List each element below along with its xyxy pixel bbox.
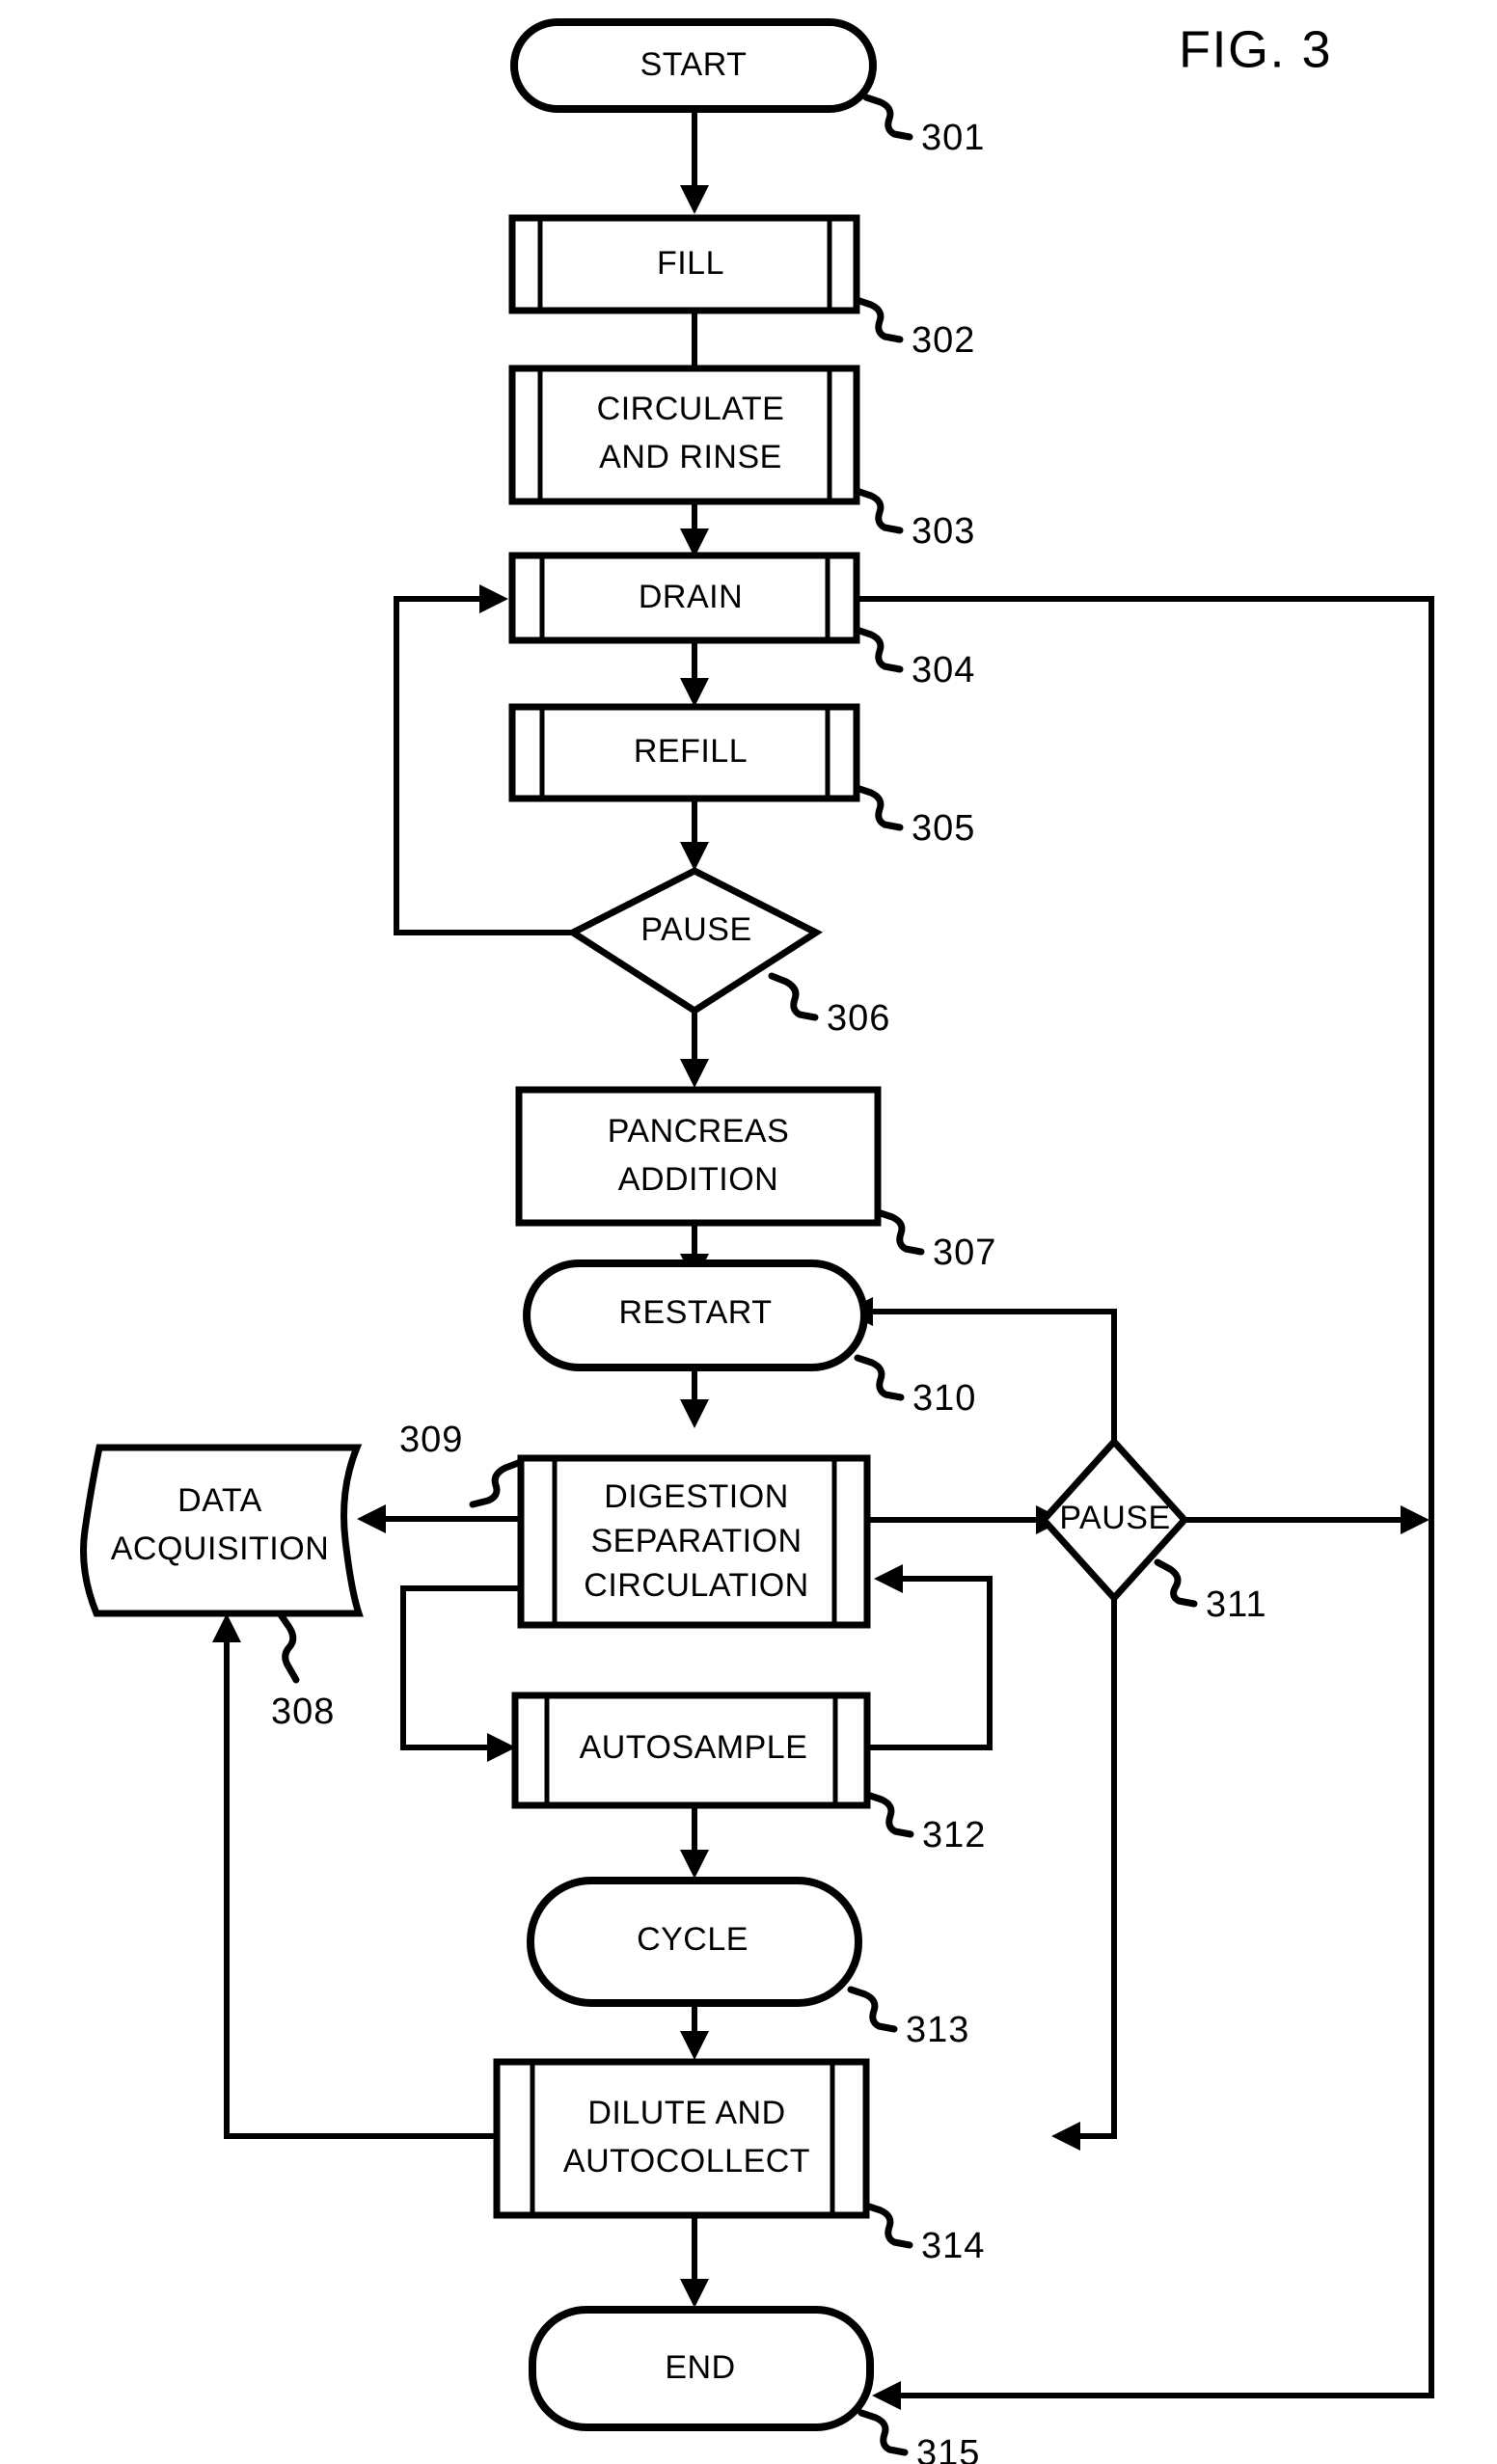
circulate-label-line2: AND RINSE [599, 439, 782, 475]
dilute-label-line2: AUTOCOLLECT [563, 2143, 810, 2180]
digestion-label-line3: CIRCULATION [584, 1567, 808, 1604]
digestion-label-line1: DIGESTION [604, 1478, 789, 1515]
circulate-shape [508, 365, 860, 505]
pause1-label: PAUSE [640, 911, 751, 948]
arrowhead-dilute-right [1051, 2122, 1080, 2151]
leader-309 [469, 1458, 525, 1508]
refill-label: REFILL [634, 733, 748, 770]
arrowhead-dilute [680, 2031, 709, 2060]
node-dataacq[interactable]: DATA ACQUISITION [80, 1444, 364, 1617]
ref-302: 302 [912, 320, 975, 361]
pancreas-shape [515, 1086, 882, 1227]
cycle-label: CYCLE [637, 1921, 748, 1958]
start-label: START [640, 46, 748, 83]
arrowhead-digestion-right [874, 1564, 903, 1593]
dilute-label-line1: DILUTE AND [587, 2095, 785, 2131]
arrowhead-end-right [872, 2381, 901, 2410]
leader-313 [847, 1986, 898, 2033]
pause2-label: PAUSE [1059, 1500, 1170, 1536]
leader-306 [768, 972, 819, 1021]
restart-label: RESTART [618, 1294, 772, 1331]
node-digestion[interactable]: DIGESTION SEPARATION CIRCULATION [517, 1454, 871, 1629]
dataacq-label-line1: DATA [177, 1482, 262, 1519]
node-pause1[interactable]: PAUSE [565, 867, 824, 1015]
arrowhead-end [680, 2279, 709, 2308]
ref-306: 306 [827, 998, 890, 1039]
arrowhead-digestion [680, 1399, 709, 1428]
ref-315: 315 [916, 2433, 980, 2464]
flowchart-canvas: FIG. 3 START 301 FILL 302 CIRCULATE AND … [80, 18, 1434, 2464]
circulate-label-line1: CIRCULATE [597, 391, 785, 427]
arrowhead-fill [680, 185, 709, 214]
ref-307: 307 [933, 1232, 996, 1273]
end-label: END [665, 2349, 735, 2386]
leader-308 [276, 1610, 300, 1684]
ref-305: 305 [912, 808, 975, 849]
leader-302 [853, 296, 904, 343]
patent-figure-3: FIG. 3 START 301 FILL 302 CIRCULATE AND … [0, 0, 1497, 2464]
leader-311 [1154, 1558, 1198, 1608]
leader-304 [853, 626, 904, 673]
leader-307 [874, 1208, 925, 1256]
node-cycle[interactable]: CYCLE [527, 1877, 862, 2007]
ref-313: 313 [906, 2010, 969, 2050]
ref-310: 310 [912, 1378, 976, 1419]
arrowhead-pause1 [680, 842, 709, 871]
edge-pause2-to-dilute [1073, 1598, 1117, 2139]
ref-303: 303 [912, 511, 975, 552]
pancreas-label-line2: ADDITION [618, 1161, 778, 1198]
node-start[interactable]: START [510, 18, 877, 113]
node-circulate[interactable]: CIRCULATE AND RINSE [508, 365, 860, 505]
arrowhead-dataacq-bottom [212, 1613, 241, 1642]
node-refill[interactable]: REFILL [508, 703, 860, 802]
figure-title: FIG. 3 [1179, 20, 1332, 78]
node-drain[interactable]: DRAIN [508, 552, 860, 644]
autosample-label: AUTOSAMPLE [580, 1729, 808, 1766]
node-autosample[interactable]: AUTOSAMPLE [511, 1692, 871, 1809]
arrowhead-dataacq [357, 1504, 386, 1533]
node-dilute[interactable]: DILUTE AND AUTOCOLLECT [493, 2058, 870, 2219]
drain-label: DRAIN [639, 579, 743, 615]
arrowhead-cycle [680, 1850, 709, 1879]
arrowhead-rightrail [1401, 1505, 1429, 1534]
arrowhead-refill [680, 678, 709, 707]
leader-315 [857, 2409, 909, 2456]
ref-314: 314 [921, 2226, 985, 2266]
digestion-label-line2: SEPARATION [590, 1523, 802, 1559]
leader-303 [853, 487, 904, 534]
edge-digestion-to-autosample-loop [400, 1585, 523, 1750]
arrowhead-pancreas [680, 1059, 709, 1088]
ref-312: 312 [922, 1815, 986, 1855]
leader-312 [863, 1791, 914, 1838]
node-end[interactable]: END [529, 2306, 874, 2431]
leader-301 [862, 94, 913, 141]
leader-310 [854, 1354, 905, 1401]
node-fill[interactable]: FILL [508, 214, 860, 314]
leader-314 [862, 2202, 913, 2249]
pancreas-label-line1: PANCREAS [608, 1113, 790, 1150]
node-pause2[interactable]: PAUSE [1039, 1436, 1189, 1604]
ref-308: 308 [271, 1692, 335, 1732]
dilute-shape [493, 2058, 870, 2219]
leader-305 [853, 784, 904, 831]
edge-autosample-to-digestion-loop [867, 1576, 993, 1750]
edge-pause2-to-restart [865, 1309, 1117, 1442]
dataacq-label-line2: ACQUISITION [111, 1530, 330, 1567]
fill-label: FILL [657, 245, 724, 282]
arrowhead-drain-left [479, 584, 508, 613]
edge-dilute-to-dataacq [224, 1635, 499, 2139]
node-pancreas[interactable]: PANCREAS ADDITION [515, 1086, 882, 1227]
ref-309: 309 [399, 1420, 463, 1460]
ref-301: 301 [921, 118, 985, 158]
ref-311: 311 [1206, 1584, 1267, 1625]
ref-304: 304 [912, 650, 975, 690]
node-restart[interactable]: RESTART [523, 1259, 868, 1371]
